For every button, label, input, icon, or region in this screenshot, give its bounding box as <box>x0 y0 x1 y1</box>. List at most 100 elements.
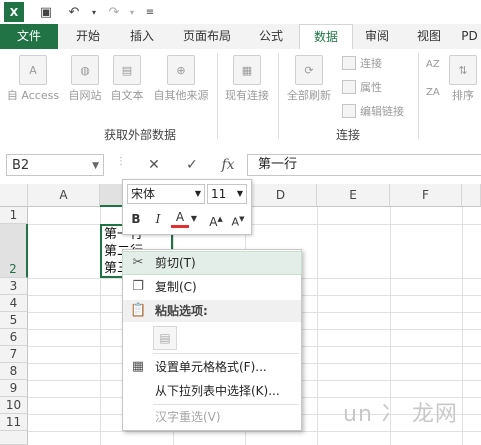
excel-logo-icon: X <box>4 2 24 22</box>
watermark: un 冫 龙网 <box>343 402 458 427</box>
row-header-3[interactable]: 3 <box>0 278 28 295</box>
row-header-4[interactable]: 4 <box>0 295 28 312</box>
font-size-select[interactable]: 11 ▼ <box>207 184 247 204</box>
refresh-all-label: 全部刷新 <box>287 89 331 102</box>
properties-button[interactable]: 属性 <box>342 79 382 95</box>
insert-function-button[interactable]: fx <box>212 154 244 176</box>
italic-button[interactable]: I <box>149 210 167 228</box>
cancel-button[interactable]: ✕ <box>138 154 170 176</box>
gridline <box>462 207 463 445</box>
menu-item-reconvert[interactable]: 汉字重选(V) <box>123 406 301 428</box>
ribbon-separator <box>418 53 419 139</box>
sort-label: 排序 <box>452 89 474 102</box>
row-header-7[interactable]: 7 <box>0 346 28 363</box>
existing-connections-label: 现有连接 <box>225 89 269 102</box>
refresh-all-button[interactable]: ⟳ 全部刷新 <box>282 55 336 102</box>
column-header-f[interactable]: F <box>390 184 462 207</box>
menu-item-copy[interactable]: ❐ 复制(C) <box>123 276 301 298</box>
font-size-value: 11 <box>211 187 227 201</box>
from-other-sources-button[interactable]: ⊕ 自其他来源 <box>148 55 214 102</box>
column-header-g[interactable] <box>462 184 481 207</box>
existing-connections-button[interactable]: ▦ 现有连接 <box>220 55 274 102</box>
enter-button[interactable]: ✓ <box>176 154 208 176</box>
row-header-9[interactable]: 9 <box>0 380 28 397</box>
paste-option-button[interactable]: ▤ <box>153 326 177 350</box>
from-access-button[interactable]: A 自 Access <box>4 55 62 102</box>
undo-dropdown-icon[interactable]: ▾ <box>84 2 104 22</box>
undo-icon[interactable]: ↶ <box>64 2 84 22</box>
tab-page-layout[interactable]: 页面布局 <box>172 24 242 49</box>
sort-za-button[interactable]: ZA <box>426 87 440 99</box>
edit-links-label: 编辑链接 <box>360 105 404 118</box>
shrink-font-label: A <box>231 215 240 229</box>
row-header-2[interactable]: 2 <box>0 224 28 278</box>
paste-options-label: 粘贴选项: <box>155 304 208 318</box>
menu-item-pick-from-list[interactable]: 从下拉列表中选择(K)... <box>123 380 301 402</box>
font-select[interactable]: 宋体 ▼ <box>127 184 205 204</box>
gridline <box>317 207 318 445</box>
access-icon: A <box>19 55 47 85</box>
from-text-label: 自文本 <box>110 89 144 102</box>
sort-button[interactable]: ⇅ 排序 <box>446 55 480 102</box>
save-icon[interactable]: ▣ <box>36 2 56 22</box>
select-all-corner[interactable] <box>0 184 28 207</box>
tab-file[interactable]: 文件 <box>0 24 58 49</box>
shrink-font-button[interactable]: A▼ <box>229 210 247 229</box>
row-header-5[interactable]: 5 <box>0 312 28 329</box>
menu-paste-options-header: 📋 粘贴选项: <box>123 300 301 322</box>
chevron-down-icon[interactable]: ▼ <box>237 185 243 203</box>
from-access-label: 自 Access <box>6 89 60 102</box>
from-web-button[interactable]: ◍ 自网站 <box>64 55 106 102</box>
sort-icon: ⇅ <box>449 55 477 85</box>
grow-font-button[interactable]: A▲ <box>207 210 225 229</box>
ribbon-tabs: 文件 开始 插入 页面布局 公式 数据 审阅 视图 PD <box>0 24 481 50</box>
tab-formulas[interactable]: 公式 <box>246 24 296 49</box>
caret-up-icon: ▲ <box>217 215 223 223</box>
column-header-d[interactable]: D <box>245 184 317 207</box>
existing-connections-icon: ▦ <box>233 55 261 85</box>
connections-icon <box>342 56 356 70</box>
refresh-icon: ⟳ <box>295 55 323 85</box>
redo-dropdown-icon[interactable]: ▾ <box>122 2 142 22</box>
menu-item-cut[interactable]: ✂ 剪切(T) <box>122 251 302 275</box>
chevron-down-icon[interactable]: ▼ <box>92 155 99 177</box>
bold-button[interactable]: B <box>127 210 145 228</box>
ribbon-separator <box>278 53 279 139</box>
web-icon: ◍ <box>71 55 99 85</box>
tab-home[interactable]: 开始 <box>62 24 114 49</box>
font-color-button[interactable]: A <box>171 210 189 228</box>
row-header-6[interactable]: 6 <box>0 329 28 346</box>
tab-pdf[interactable]: PD <box>458 24 481 49</box>
edit-links-button[interactable]: 编辑链接 <box>342 103 404 119</box>
tab-review[interactable]: 审阅 <box>354 24 400 49</box>
from-text-button[interactable]: ▤ 自文本 <box>107 55 147 102</box>
sort-az-button[interactable]: AZ <box>426 59 440 71</box>
chevron-down-icon[interactable]: ▼ <box>195 185 201 203</box>
connections-button[interactable]: 连接 <box>342 55 382 71</box>
copy-icon: ❐ <box>132 279 144 294</box>
font-select-value: 宋体 <box>131 187 156 201</box>
redo-icon[interactable]: ↷ <box>104 2 124 22</box>
edit-links-icon <box>342 104 356 118</box>
menu-item-cut-label: 剪切(T) <box>155 256 196 270</box>
column-header-e[interactable]: E <box>317 184 390 207</box>
gridline <box>28 431 481 432</box>
tab-view[interactable]: 视图 <box>404 24 454 49</box>
text-file-icon: ▤ <box>113 55 141 85</box>
chevron-down-icon[interactable]: ▼ <box>189 210 199 228</box>
row-header-12[interactable] <box>0 431 28 445</box>
formula-input[interactable]: 第一行 <box>247 154 481 176</box>
row-header-1[interactable]: 1 <box>0 207 28 224</box>
name-box[interactable]: B2 ▼ <box>6 154 104 176</box>
context-menu: ✂ 剪切(T) ❐ 复制(C) 📋 粘贴选项: ▤ ▦ 设置单元格格式(F)..… <box>122 249 302 431</box>
menu-item-format-cells[interactable]: ▦ 设置单元格格式(F)... <box>123 356 301 378</box>
row-header-8[interactable]: 8 <box>0 363 28 380</box>
format-cells-icon: ▦ <box>131 359 145 374</box>
tab-data[interactable]: 数据 <box>299 24 353 50</box>
column-header-a[interactable]: A <box>28 184 100 207</box>
customize-icon[interactable]: ≡ <box>140 2 160 22</box>
row-header-11[interactable]: 11 <box>0 414 28 431</box>
tab-insert[interactable]: 插入 <box>116 24 168 49</box>
row-header-10[interactable]: 10 <box>0 397 28 414</box>
ribbon-separator <box>217 53 218 139</box>
